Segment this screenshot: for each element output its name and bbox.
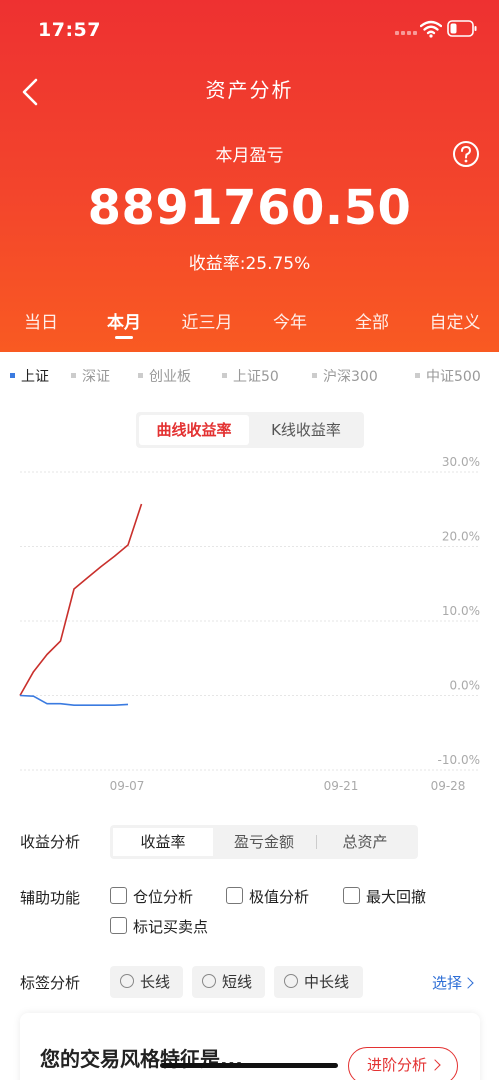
yield-chart[interactable]: 30.0% 20.0% 10.0% 0.0% -10.0% 09-07 09-21 09-28 — [0, 450, 499, 800]
index-sse50[interactable]: 上证50 — [222, 366, 279, 386]
index-label: 沪深300 — [323, 369, 378, 385]
yield-rate: 收益率:25.75% — [188, 254, 311, 274]
signal-icon — [395, 31, 417, 35]
chevron-right-icon — [429, 1059, 441, 1071]
index-label: 上证50 — [233, 369, 279, 385]
tab-custom[interactable]: 自定义 — [415, 308, 495, 333]
seg-total-assets[interactable]: 总资产 — [315, 828, 415, 856]
check-max-drawdown[interactable]: 最大回撤 — [343, 887, 426, 907]
tag-short-term[interactable]: 短线 — [192, 966, 265, 998]
index-csi300[interactable]: 沪深300 — [312, 366, 378, 386]
select-tags-link[interactable]: 选择 — [432, 972, 474, 993]
profit-amount: 8891760.50 — [87, 180, 412, 236]
tag-label: 短线 — [222, 973, 253, 991]
check-label: 最大回撤 — [366, 888, 427, 906]
active-tab-indicator — [115, 336, 133, 339]
checkbox[interactable] — [110, 917, 127, 934]
index-dot — [312, 372, 317, 378]
index-label: 创业板 — [149, 369, 191, 385]
index-dot — [415, 372, 420, 378]
trading-style-card: 您的交易风格特征是... 进阶分析 — [20, 1013, 480, 1080]
tag-long-term[interactable]: 长线 — [110, 966, 183, 998]
index-dot — [71, 372, 76, 378]
help-icon[interactable] — [452, 140, 480, 168]
check-extreme-analysis[interactable]: 极值分析 — [226, 887, 309, 907]
page-title: 资产分析 — [205, 78, 294, 102]
portfolio-line — [19, 503, 143, 696]
seg-profit-amount[interactable]: 盈亏金额 — [214, 828, 314, 856]
checkbox[interactable] — [226, 887, 243, 904]
radio[interactable] — [120, 973, 134, 988]
check-label: 极值分析 — [249, 888, 310, 906]
tab-today[interactable]: 当日 — [1, 308, 81, 333]
wifi-icon — [420, 20, 442, 38]
index-dot — [138, 372, 143, 378]
tab-this-month[interactable]: 本月 — [84, 308, 164, 333]
checkbox[interactable] — [110, 887, 127, 904]
check-label: 仓位分析 — [133, 888, 194, 906]
index-csi500[interactable]: 中证500 — [415, 366, 481, 386]
tag-mid-long-term[interactable]: 中长线 — [274, 966, 363, 998]
analysis-label: 收益分析 — [20, 833, 81, 851]
y-tick-label: 0.0% — [450, 679, 481, 693]
tab-three-months[interactable]: 近三月 — [167, 308, 247, 333]
check-mark-trades[interactable]: 标记买卖点 — [110, 917, 208, 937]
tab-all[interactable]: 全部 — [332, 308, 412, 333]
header: 17:57 资产分析 本月盈亏 8891760.50 收益率:25.75% 当日 — [0, 0, 499, 352]
tags-label: 标签分析 — [20, 974, 81, 992]
check-position-analysis[interactable]: 仓位分析 — [110, 887, 193, 907]
x-tick-label: 09-21 — [324, 779, 359, 793]
period-tabs: 当日 本月 近三月 今年 全部 自定义 — [0, 302, 499, 352]
benchmark-line — [19, 694, 129, 706]
analysis-segment: 收益率 盈亏金额 总资产 — [110, 825, 418, 859]
check-label: 标记买卖点 — [133, 918, 209, 936]
index-shenzhen[interactable]: 深证 — [71, 366, 110, 386]
index-label: 深证 — [82, 369, 110, 385]
toggle-curve-yield[interactable]: 曲线收益率 — [139, 415, 249, 445]
index-selector: 上证 深证 创业板 上证50 沪深300 中证500 — [0, 366, 499, 388]
battery-icon — [447, 20, 477, 37]
status-time: 17:57 — [38, 19, 101, 41]
chart-type-toggle: 曲线收益率 K线收益率 — [136, 412, 364, 448]
advanced-analysis-button[interactable]: 进阶分析 — [348, 1047, 458, 1080]
index-shanghai[interactable]: 上证 — [10, 366, 49, 386]
radio[interactable] — [202, 973, 216, 988]
y-tick-label: 20.0% — [442, 530, 480, 544]
index-label: 中证500 — [426, 369, 481, 385]
y-tick-label: 10.0% — [442, 604, 480, 618]
period-label: 本月盈亏 — [215, 146, 284, 166]
seg-yield[interactable]: 收益率 — [113, 828, 213, 856]
x-tick-label: 09-28 — [431, 779, 466, 793]
home-indicator — [160, 1063, 338, 1068]
select-label: 选择 — [432, 974, 463, 992]
index-label: 上证 — [21, 369, 49, 385]
x-tick-label: 09-07 — [110, 779, 145, 793]
tag-label: 中长线 — [304, 973, 350, 991]
chevron-right-icon — [462, 977, 474, 989]
y-tick-label: -10.0% — [438, 753, 480, 767]
status-bar: 17:57 — [0, 0, 499, 60]
advance-label: 进阶分析 — [366, 1056, 427, 1074]
radio[interactable] — [284, 973, 298, 988]
checkbox[interactable] — [343, 887, 360, 904]
tab-this-year[interactable]: 今年 — [250, 308, 330, 333]
index-chinext[interactable]: 创业板 — [138, 366, 191, 386]
toggle-kline-yield[interactable]: K线收益率 — [252, 415, 360, 445]
index-dot — [222, 372, 227, 378]
y-tick-label: 30.0% — [442, 455, 480, 469]
tag-label: 长线 — [140, 973, 171, 991]
index-dot — [10, 372, 15, 378]
aux-label: 辅助功能 — [20, 889, 81, 907]
